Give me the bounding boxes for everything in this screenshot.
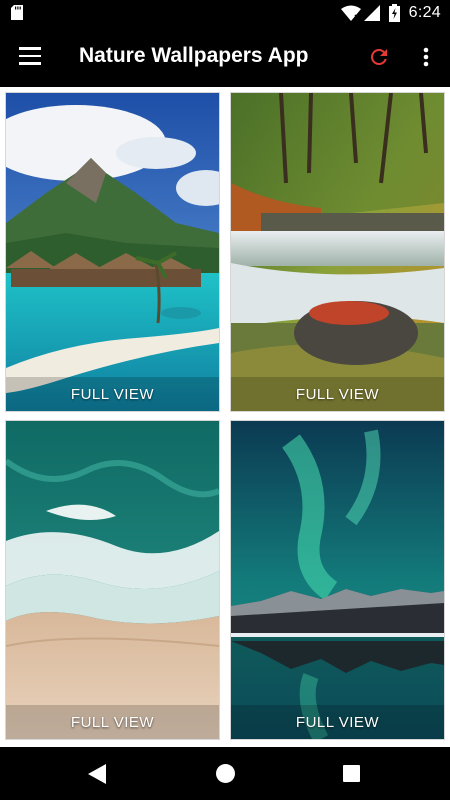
status-bar: 6:24 xyxy=(0,0,450,25)
wallpaper-card-island[interactable]: FULL VIEW xyxy=(6,93,219,411)
full-view-label[interactable]: FULL VIEW xyxy=(231,386,444,403)
wifi-icon xyxy=(340,5,361,21)
full-view-label[interactable]: FULL VIEW xyxy=(231,714,444,731)
aurora-mountains-image xyxy=(231,421,444,739)
menu-icon[interactable] xyxy=(19,47,41,65)
wallpaper-card-beach[interactable]: FULL VIEW xyxy=(6,421,219,739)
full-view-label[interactable]: FULL VIEW xyxy=(6,386,219,403)
full-view-label[interactable]: FULL VIEW xyxy=(6,714,219,731)
wallpaper-card-waterfall[interactable]: FULL VIEW xyxy=(231,93,444,411)
home-icon[interactable] xyxy=(216,764,235,783)
battery-charging-icon xyxy=(388,3,400,22)
navigation-bar xyxy=(0,747,450,800)
island-bungalows-image xyxy=(6,93,219,411)
recents-icon[interactable] xyxy=(343,765,360,782)
sd-card-icon xyxy=(11,5,23,20)
more-vert-icon[interactable] xyxy=(420,45,432,69)
back-icon[interactable] xyxy=(88,764,106,784)
refresh-icon[interactable] xyxy=(367,45,391,69)
forest-waterfall-image xyxy=(231,93,444,411)
app-title: Nature Wallpapers App xyxy=(79,44,309,67)
wallpaper-card-aurora[interactable]: FULL VIEW xyxy=(231,421,444,739)
signal-icon xyxy=(363,4,380,21)
app-bar: Nature Wallpapers App xyxy=(0,25,450,87)
status-time: 6:24 xyxy=(408,3,441,21)
aerial-beach-image xyxy=(6,421,219,739)
